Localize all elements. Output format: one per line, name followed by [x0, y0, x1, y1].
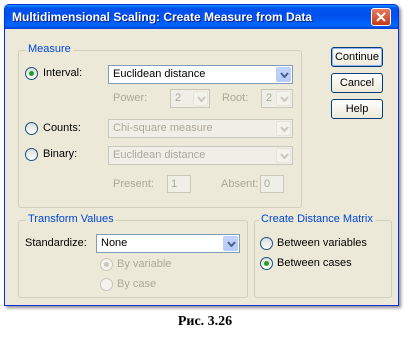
binary-radio[interactable] — [25, 148, 38, 161]
by-variable-label: By variable — [117, 258, 172, 270]
binary-measure-select[interactable]: Euclidean distance — [108, 146, 293, 165]
figure-caption: Рис. 3.26 — [177, 314, 233, 329]
power-select[interactable]: 2 — [170, 89, 210, 108]
absent-value: 0 — [264, 178, 271, 190]
by-variable-radio[interactable] — [100, 258, 113, 271]
dialog-window: Multidimensional Scaling: Create Measure… — [4, 4, 399, 306]
power-label: Power: — [113, 92, 148, 104]
standardize-label: Standardize: — [25, 237, 87, 249]
power-value: 2 — [175, 92, 182, 104]
help-button[interactable]: Help — [331, 99, 383, 119]
title-bar[interactable]: Multidimensional Scaling: Create Measure… — [5, 5, 398, 29]
by-case-label: By case — [117, 278, 157, 290]
counts-label: Counts: — [43, 122, 81, 134]
between-cases-radio[interactable] — [260, 257, 273, 270]
between-cases-label: Between cases — [277, 257, 352, 269]
absent-label: Absent: — [221, 178, 259, 190]
distance-matrix-group-title: Create Distance Matrix — [259, 213, 375, 225]
standardize-select[interactable]: None — [96, 234, 240, 253]
interval-label: Interval: — [43, 67, 83, 79]
by-case-radio[interactable] — [100, 278, 113, 291]
standardize-value: None — [101, 237, 128, 249]
root-select[interactable]: 2 — [261, 89, 293, 108]
chevron-down-icon[interactable] — [276, 67, 291, 82]
interval-radio[interactable] — [25, 67, 38, 80]
between-variables-label: Between variables — [277, 237, 367, 249]
counts-measure-value: Chi-square measure — [113, 122, 213, 134]
binary-label: Binary: — [43, 148, 78, 160]
present-label: Present: — [113, 178, 154, 190]
interval-measure-value: Euclidean distance — [113, 68, 206, 80]
counts-radio[interactable] — [25, 122, 38, 135]
cancel-button[interactable]: Cancel — [331, 73, 383, 93]
interval-measure-select[interactable]: Euclidean distance — [108, 65, 293, 84]
root-value: 2 — [266, 92, 273, 104]
chevron-down-icon[interactable] — [223, 236, 238, 251]
close-icon — [376, 12, 386, 22]
chevron-down-icon[interactable] — [193, 91, 208, 106]
between-variables-radio[interactable] — [260, 237, 273, 250]
binary-measure-value: Euclidean distance — [113, 149, 206, 161]
window-title: Multidimensional Scaling: Create Measure… — [12, 10, 313, 24]
present-input[interactable]: 1 — [167, 175, 191, 193]
close-button[interactable] — [371, 8, 391, 26]
transform-group-title: Transform Values — [26, 213, 116, 225]
continue-button[interactable]: Continue — [331, 47, 383, 67]
present-value: 1 — [171, 178, 178, 190]
measure-group-title: Measure — [26, 43, 73, 55]
root-label: Root: — [222, 92, 249, 104]
chevron-down-icon[interactable] — [276, 148, 291, 163]
chevron-down-icon[interactable] — [276, 91, 291, 106]
absent-input[interactable]: 0 — [260, 175, 284, 193]
counts-measure-select[interactable]: Chi-square measure — [108, 119, 293, 138]
chevron-down-icon[interactable] — [276, 121, 291, 136]
